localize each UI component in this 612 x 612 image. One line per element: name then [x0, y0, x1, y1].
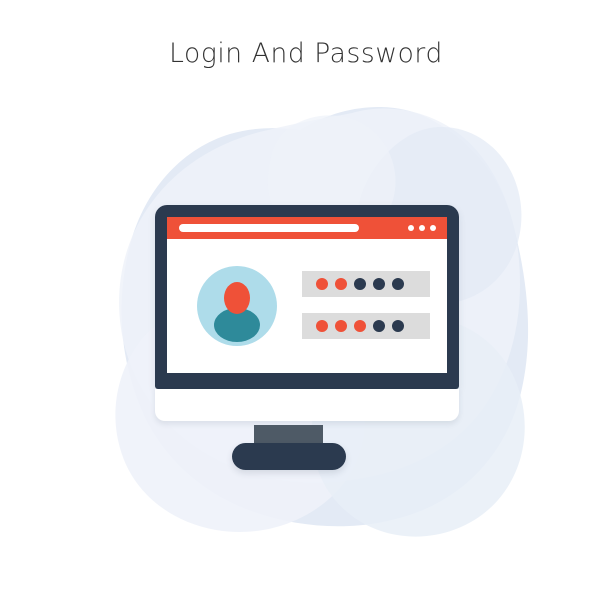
address-bar[interactable]	[179, 224, 359, 232]
monitor-bezel	[155, 205, 459, 389]
window-controls	[408, 225, 436, 231]
login-dot-1	[316, 278, 328, 290]
window-dot-maximize-icon[interactable]	[419, 225, 425, 231]
password-dot-2	[335, 320, 347, 332]
user-avatar	[197, 266, 277, 346]
window-dot-close-icon[interactable]	[430, 225, 436, 231]
page-title: Login And Password	[169, 38, 443, 69]
login-form	[302, 271, 430, 339]
password-dot-1	[316, 320, 328, 332]
login-dot-4	[373, 278, 385, 290]
monitor	[155, 205, 459, 421]
monitor-chin	[155, 389, 459, 421]
password-field[interactable]	[302, 313, 430, 339]
title-area: Login And Password	[0, 38, 612, 69]
window-dot-minimize-icon[interactable]	[408, 225, 414, 231]
avatar-head-shape	[224, 282, 250, 314]
login-page-body	[167, 239, 447, 373]
monitor-screen	[167, 217, 447, 373]
password-dot-3	[354, 320, 366, 332]
login-dot-3	[354, 278, 366, 290]
password-dot-4	[373, 320, 385, 332]
login-dot-5	[392, 278, 404, 290]
login-dot-2	[335, 278, 347, 290]
login-field[interactable]	[302, 271, 430, 297]
monitor-stand-base	[232, 443, 346, 470]
browser-title-bar	[167, 217, 447, 239]
password-dot-5	[392, 320, 404, 332]
page-root: Login And Password	[0, 0, 612, 612]
